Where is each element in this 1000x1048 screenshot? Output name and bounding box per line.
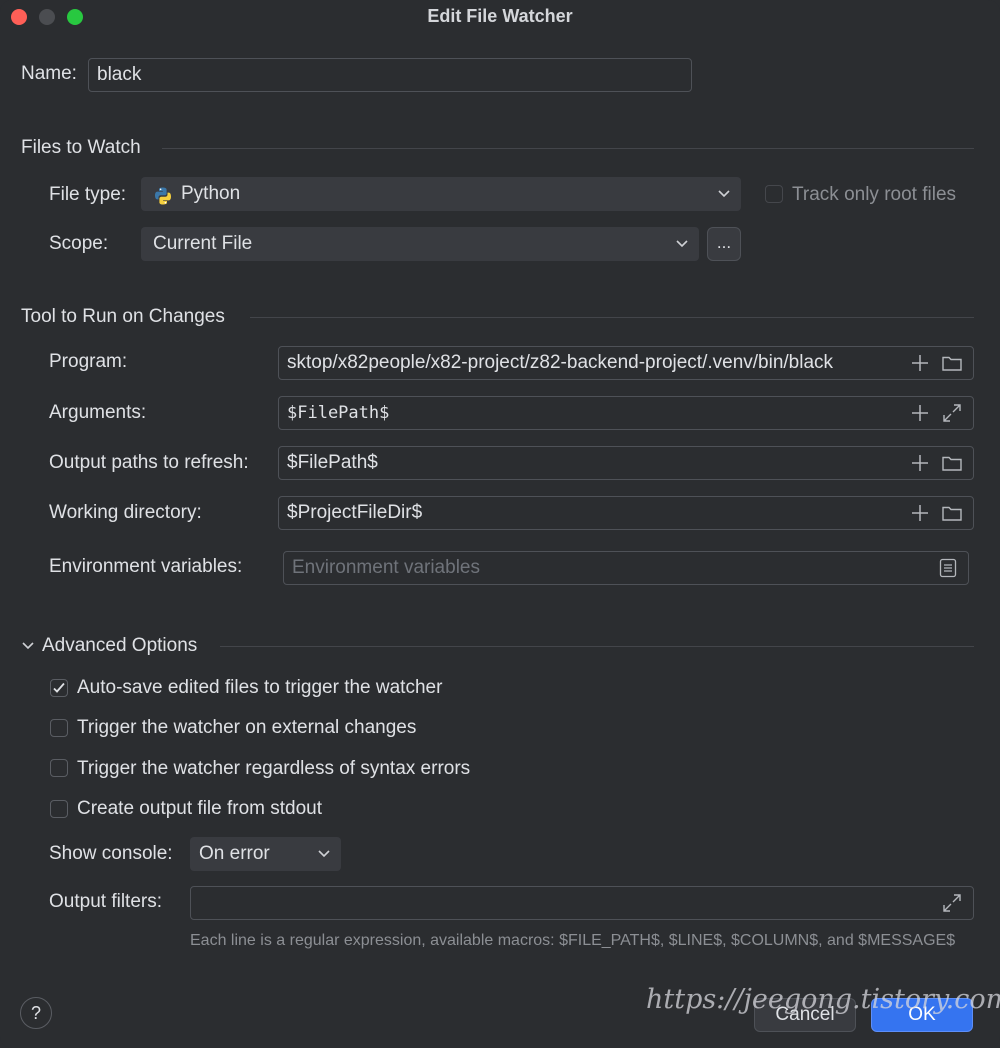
output-paths-label: Output paths to refresh:: [49, 452, 249, 473]
dialog-title: Edit File Watcher: [427, 6, 573, 26]
scope-select[interactable]: Current File: [141, 227, 699, 261]
track-root-files-checkbox[interactable]: [765, 185, 783, 203]
edit-file-watcher-dialog: Edit File Watcher Name: black Files to W…: [0, 0, 1000, 1048]
syntax-errors-label: Trigger the watcher regardless of syntax…: [77, 758, 471, 779]
expand-icon[interactable]: [941, 402, 963, 424]
output-filters-label: Output filters:: [49, 891, 162, 912]
external-changes-label: Trigger the watcher on external changes: [77, 717, 417, 738]
help-button[interactable]: ?: [20, 997, 52, 1029]
syntax-errors-checkbox[interactable]: [50, 759, 68, 777]
environment-variables-input[interactable]: Environment variables: [283, 551, 969, 585]
program-value: sktop/x82people/x82-project/z82-backend-…: [287, 352, 834, 373]
file-type-label: File type:: [49, 184, 127, 205]
folder-icon[interactable]: [941, 502, 963, 524]
program-label: Program:: [49, 351, 128, 372]
insert-macro-icon[interactable]: [909, 452, 931, 474]
chevron-down-icon: [676, 240, 688, 248]
show-console-select[interactable]: On error: [190, 837, 341, 871]
chevron-down-icon[interactable]: [20, 638, 36, 654]
arguments-input[interactable]: $FilePath$: [278, 396, 974, 430]
working-directory-label: Working directory:: [49, 502, 202, 523]
chevron-down-icon: [318, 850, 330, 858]
insert-macro-icon[interactable]: [909, 352, 931, 374]
scope-label: Scope:: [49, 233, 109, 254]
insert-macro-icon[interactable]: [909, 502, 931, 524]
show-console-value: On error: [199, 843, 270, 864]
title-bar: Edit File Watcher: [0, 0, 1000, 34]
external-changes-checkbox[interactable]: [50, 719, 68, 737]
file-type-select[interactable]: Python: [141, 177, 741, 211]
advanced-options-heading[interactable]: Advanced Options: [42, 635, 197, 657]
output-from-stdout-checkbox[interactable]: [50, 800, 68, 818]
scope-more-button[interactable]: ...: [707, 227, 741, 261]
track-root-files-label: Track only root files: [792, 184, 957, 205]
environment-variables-label: Environment variables:: [49, 556, 243, 577]
file-type-value: Python: [181, 183, 241, 204]
section-divider: [250, 317, 974, 318]
insert-macro-icon[interactable]: [909, 402, 931, 424]
check-icon: [53, 682, 65, 693]
scope-value: Current File: [153, 233, 253, 254]
arguments-label: Arguments:: [49, 402, 147, 423]
working-directory-input[interactable]: $ProjectFileDir$: [278, 496, 974, 530]
name-label: Name:: [21, 63, 77, 84]
program-input[interactable]: sktop/x82people/x82-project/z82-backend-…: [278, 346, 974, 380]
name-input[interactable]: black: [88, 58, 692, 92]
python-icon: [153, 184, 173, 205]
watermark: https://jeegong.tistory.com: [646, 984, 1000, 1015]
output-paths-input[interactable]: $FilePath$: [278, 446, 974, 480]
files-to-watch-heading: Files to Watch: [21, 137, 141, 158]
output-filters-input[interactable]: [190, 886, 974, 920]
auto-save-checkbox[interactable]: [50, 679, 68, 697]
output-from-stdout-label: Create output file from stdout: [77, 798, 323, 819]
output-filters-hint: Each line is a regular expression, avail…: [190, 932, 956, 949]
expand-icon[interactable]: [941, 892, 963, 914]
tool-to-run-heading: Tool to Run on Changes: [21, 306, 225, 327]
folder-icon[interactable]: [941, 452, 963, 474]
section-divider: [162, 148, 974, 149]
environment-variables-placeholder: Environment variables: [292, 557, 480, 578]
section-divider: [220, 646, 974, 647]
folder-icon[interactable]: [941, 352, 963, 374]
auto-save-label: Auto-save edited files to trigger the wa…: [77, 677, 443, 698]
show-console-label: Show console:: [49, 843, 173, 864]
edit-list-icon[interactable]: [937, 557, 959, 579]
chevron-down-icon: [718, 190, 730, 198]
